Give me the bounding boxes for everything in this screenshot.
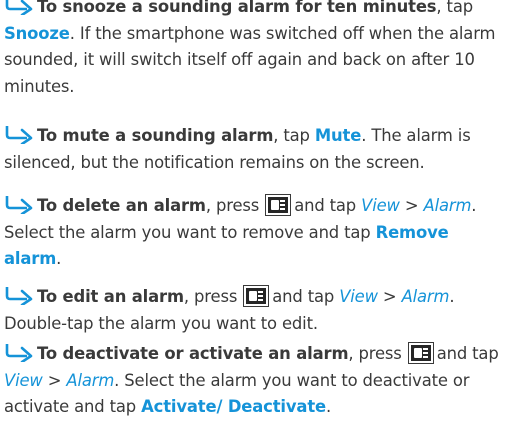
instruction-heading: To mute a sounding alarm <box>37 126 274 145</box>
instruction-heading: To deactivate or activate an alarm <box>37 344 349 363</box>
instruction-text: , tap <box>273 126 315 145</box>
view-menu-label: View <box>361 196 400 215</box>
alarm-menu-label: Alarm <box>66 370 115 390</box>
view-menu-label: View <box>339 287 378 306</box>
menu-separator: > <box>377 287 402 306</box>
right-arrow-bullet-icon <box>4 0 35 15</box>
instruction-snooze: To snooze a sounding alarm for ten minut… <box>4 0 508 100</box>
instruction-text: and tap <box>294 196 362 215</box>
snooze-button-label: Snooze <box>4 23 70 43</box>
instruction-heading: To delete an alarm <box>37 196 206 215</box>
right-arrow-bullet-icon <box>4 285 35 305</box>
instruction-text: . <box>56 249 62 268</box>
instruction-text: , press <box>205 196 260 215</box>
menu-separator: > <box>399 196 424 215</box>
view-menu-label: View <box>4 370 43 390</box>
instruction-text: . <box>326 397 332 416</box>
instruction-delete: To delete an alarm, press and tap View >… <box>4 193 508 273</box>
instruction-deactivate: To deactivate or activate an alarm, pres… <box>4 341 508 421</box>
manual-page: To snooze a sounding alarm for ten minut… <box>0 0 510 418</box>
menu-key-icon <box>407 342 434 364</box>
alarm-menu-label: Alarm <box>401 287 450 306</box>
instruction-heading: To snooze a sounding alarm for ten minut… <box>37 0 437 16</box>
menu-key-icon <box>243 285 270 307</box>
mute-button-label: Mute <box>314 126 362 145</box>
instruction-text: . If the smartphone was switched off whe… <box>4 23 496 96</box>
instruction-text: , tap <box>436 0 473 16</box>
menu-separator: > <box>42 370 67 390</box>
right-arrow-bullet-icon <box>4 342 35 362</box>
menu-key-icon <box>265 194 292 216</box>
instruction-text: and tap <box>272 287 340 306</box>
instruction-text: and tap <box>436 344 499 363</box>
instruction-text: , press <box>348 344 402 363</box>
activate-deactivate-button-label: Activate/ Deactivate <box>141 397 326 416</box>
instruction-mute: To mute a sounding alarm, tap Mute. The … <box>4 123 508 176</box>
instruction-text: , press <box>183 287 238 306</box>
right-arrow-bullet-icon <box>4 194 35 214</box>
instruction-heading: To edit an alarm <box>37 287 184 306</box>
alarm-menu-label: Alarm <box>423 196 472 215</box>
right-arrow-bullet-icon <box>4 124 35 144</box>
instruction-edit: To edit an alarm, press and tap View > A… <box>4 284 508 337</box>
